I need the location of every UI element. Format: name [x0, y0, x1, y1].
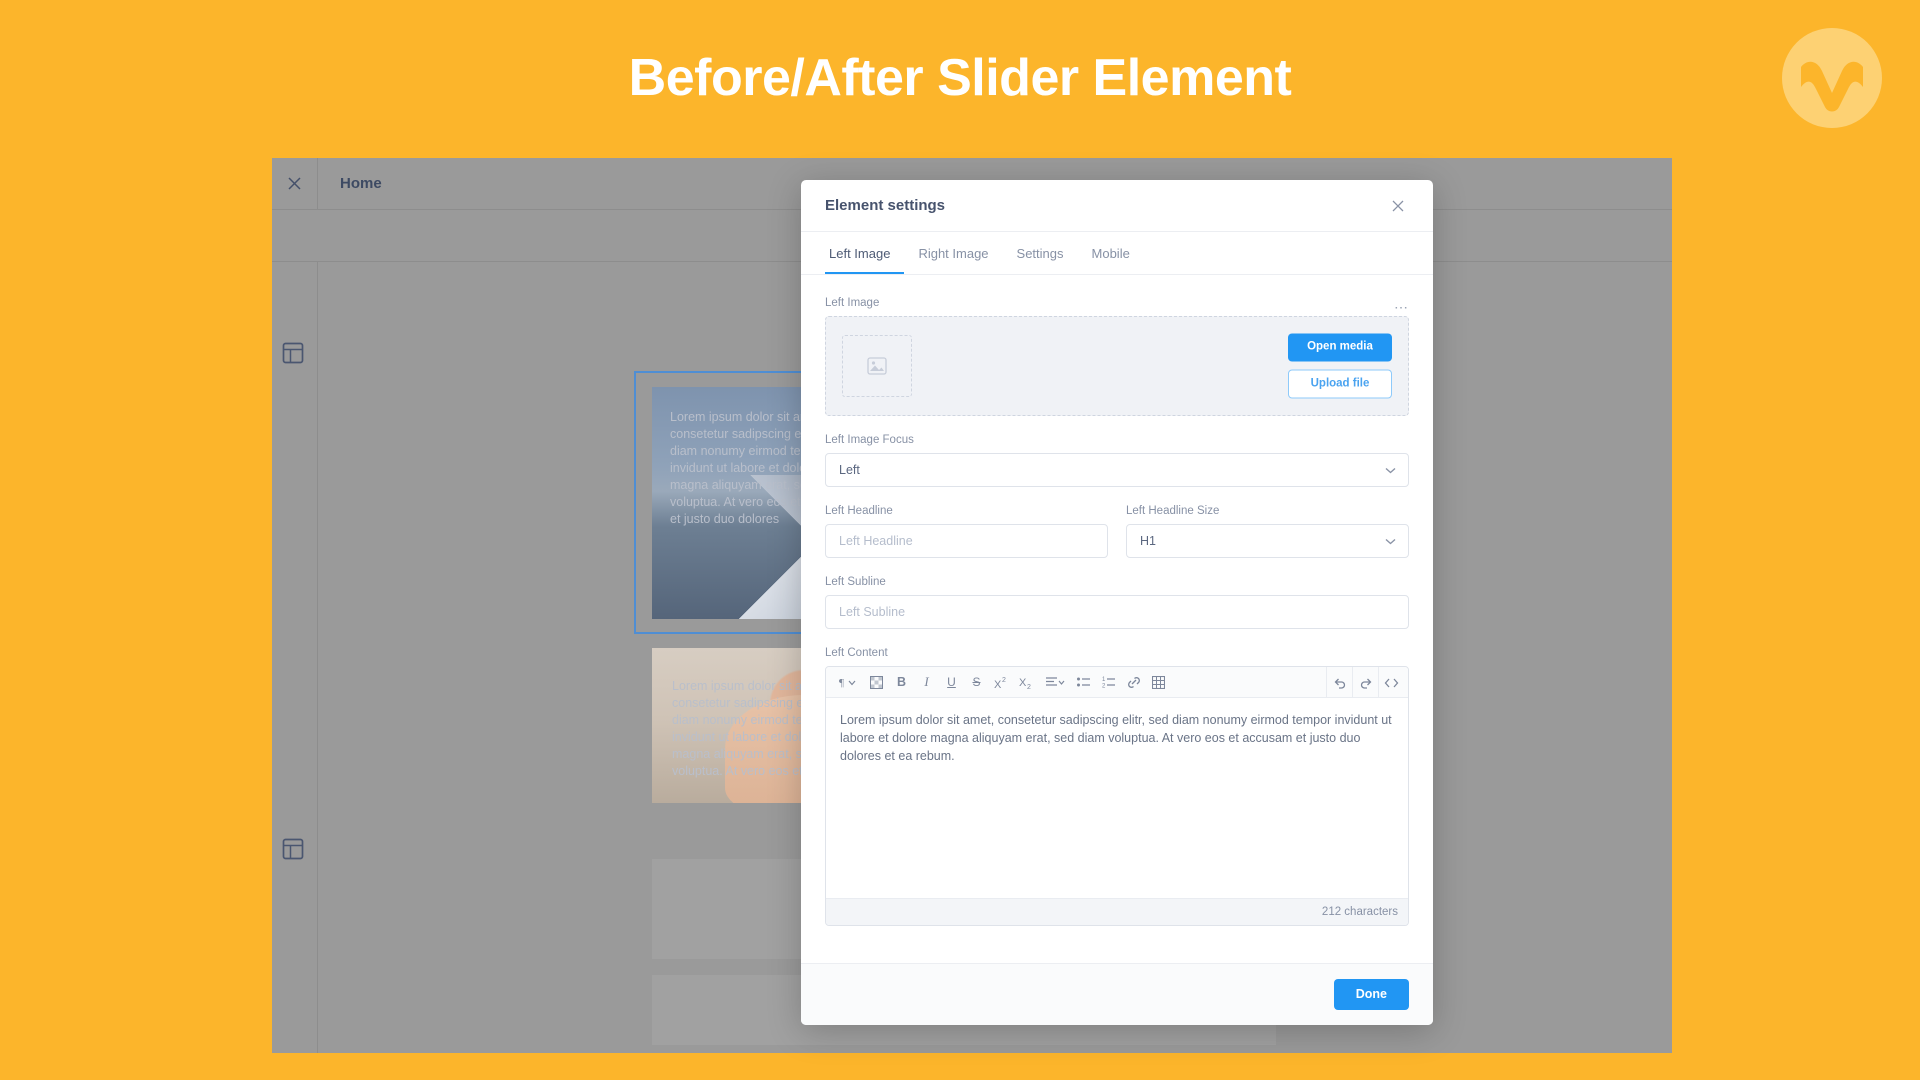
modal-header: Element settings — [801, 180, 1433, 232]
svg-text:2: 2 — [1002, 677, 1006, 684]
align-icon[interactable] — [1039, 667, 1071, 698]
left-headline-size-select[interactable]: H1 — [1126, 524, 1409, 558]
tab-settings[interactable]: Settings — [1003, 232, 1078, 274]
modal-title: Element settings — [825, 197, 946, 214]
image-placeholder-icon — [842, 335, 912, 397]
headline-row: Left Headline Left Headline Left Headlin… — [825, 505, 1409, 558]
left-image-header: Left Image ⋯ — [825, 297, 1409, 316]
modal-body: Left Image ⋯ Open media Upload file Left… — [801, 275, 1433, 963]
left-image-focus-label: Left Image Focus — [825, 434, 914, 446]
svg-text:¶: ¶ — [839, 677, 844, 688]
modal-tabs: Left Image Right Image Settings Mobile — [801, 232, 1433, 275]
modal-footer: Done — [801, 963, 1433, 1025]
rte-toolbar-right — [1326, 667, 1404, 698]
left-content-label: Left Content — [825, 647, 888, 659]
subscript-icon[interactable]: X 2 — [1014, 667, 1039, 698]
left-headline-size-value: H1 — [1140, 534, 1156, 548]
left-subline-input[interactable]: Left Subline — [825, 595, 1409, 629]
left-headline-size-field: Left Headline Size H1 — [1126, 505, 1409, 558]
tab-right-image[interactable]: Right Image — [904, 232, 1002, 274]
superscript-icon[interactable]: X 2 — [989, 667, 1014, 698]
left-subline-placeholder: Left Subline — [839, 605, 906, 619]
svg-text:X: X — [994, 679, 1002, 689]
character-counter: 212 characters — [826, 898, 1408, 925]
kebab-menu-icon[interactable]: ⋯ — [1394, 300, 1409, 314]
left-image-focus-value: Left — [839, 463, 860, 477]
left-image-dropzone[interactable]: Open media Upload file — [825, 316, 1409, 416]
modal-overlay: Element settings Left Image Right Image … — [0, 0, 1920, 1080]
insert-link-icon[interactable] — [1121, 667, 1146, 698]
svg-text:X: X — [1019, 677, 1027, 689]
text-color-icon[interactable] — [864, 667, 889, 698]
chevron-down-icon — [1385, 463, 1396, 477]
underline-icon[interactable]: U — [939, 667, 964, 698]
left-image-focus-field: Left Image Focus Left — [825, 434, 1409, 487]
upload-file-button[interactable]: Upload file — [1288, 369, 1392, 399]
paragraph-format-icon[interactable]: ¶ — [832, 667, 864, 698]
chevron-down-icon — [1385, 534, 1396, 548]
left-content-editor: ¶ B I U S X 2 X 2 1 2 Lorem ipsum dolor … — [825, 666, 1409, 926]
rte-toolbar: ¶ B I U S X 2 X 2 1 2 — [826, 667, 1408, 698]
left-content-textarea[interactable]: Lorem ipsum dolor sit amet, consetetur s… — [826, 698, 1408, 898]
left-subline-label: Left Subline — [825, 576, 886, 588]
undo-icon[interactable] — [1327, 667, 1352, 698]
tab-left-image[interactable]: Left Image — [825, 232, 905, 274]
element-settings-modal: Element settings Left Image Right Image … — [801, 180, 1433, 1025]
open-media-button[interactable]: Open media — [1288, 333, 1392, 361]
left-headline-input[interactable]: Left Headline — [825, 524, 1108, 558]
bullet-list-icon[interactable] — [1071, 667, 1096, 698]
insert-table-icon[interactable] — [1146, 667, 1171, 698]
left-image-label: Left Image — [825, 297, 880, 309]
left-content-field: Left Content ¶ B I U S X 2 X 2 1 2 Lorem… — [825, 647, 1409, 926]
done-button[interactable]: Done — [1333, 979, 1409, 1010]
bold-icon[interactable]: B — [889, 667, 914, 698]
tab-mobile[interactable]: Mobile — [1078, 232, 1144, 274]
left-headline-size-label: Left Headline Size — [1126, 505, 1220, 517]
svg-text:2: 2 — [1102, 684, 1106, 689]
left-headline-placeholder: Left Headline — [839, 534, 913, 548]
left-headline-field: Left Headline Left Headline — [825, 505, 1108, 558]
left-headline-label: Left Headline — [825, 505, 893, 517]
left-subline-field: Left Subline Left Subline — [825, 576, 1409, 629]
strikethrough-icon[interactable]: S — [964, 667, 989, 698]
redo-icon[interactable] — [1353, 667, 1378, 698]
numbered-list-icon[interactable]: 1 2 — [1096, 667, 1121, 698]
italic-icon[interactable]: I — [914, 667, 939, 698]
left-image-focus-select[interactable]: Left — [825, 453, 1409, 487]
svg-text:1: 1 — [1102, 677, 1106, 683]
close-icon[interactable] — [1387, 195, 1409, 217]
left-image-actions: Open media Upload file — [1288, 333, 1392, 399]
svg-text:2: 2 — [1027, 684, 1031, 689]
code-view-icon[interactable] — [1379, 667, 1404, 698]
